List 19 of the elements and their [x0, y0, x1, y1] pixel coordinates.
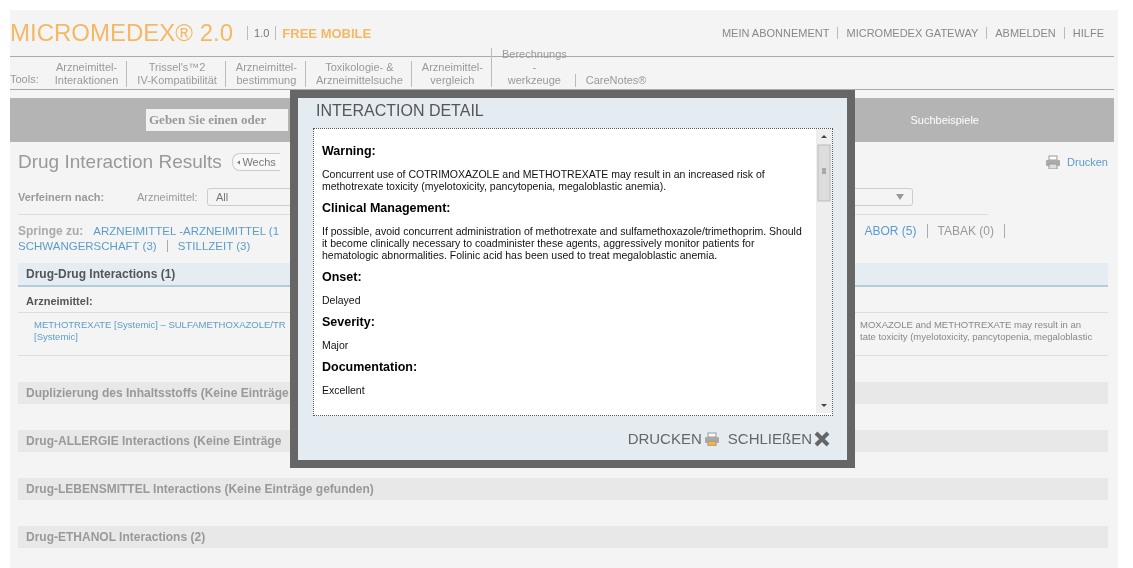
detail-heading: Onset:	[322, 270, 363, 284]
edition-label: FREE MOBILE	[282, 25, 372, 41]
refine-label: Verfeinern nach:	[18, 191, 106, 203]
dialog-title: INTERACTION DETAIL	[316, 102, 485, 120]
version-label: 1.0	[254, 27, 270, 39]
detail-text: Major	[322, 339, 350, 351]
detail-text: Excellent	[322, 384, 366, 396]
page-title: Drug Interaction Results	[18, 151, 222, 173]
detail-text: Delayed	[322, 294, 362, 306]
jump-label: Springe zu:	[18, 223, 84, 238]
detail-text: Concurrent use of COTRIMOXAZOLE and METHOTREXATE may result in an increased risk of methotrexate toxicity (myelotoxicity, pancytopenia, megaloblastic anemia).	[322, 168, 766, 192]
drug-filter-label: Arzneimittel:	[137, 191, 199, 203]
tools-label: Tools:	[10, 73, 39, 86]
detail-heading: Warning:	[322, 144, 377, 158]
interaction-summary: MOXAZOLE and METHOTREXATE may result in an tate toxicity (myelotoxicity, pancytopenia, megaloblastic	[860, 319, 1092, 343]
detail-heading: Severity:	[322, 315, 376, 329]
detail-text: If possible, avoid concurrent administration of methotrexate and sulfamethoxazole/trimethoprim. Should it become clinically necessary to coadminister these agents, aggressively monitor patients for hematologic abnormalities. Folinic acid has been used to treat megaloblastic anemia.	[322, 225, 803, 261]
detail-heading: Clinical Management:	[322, 201, 452, 215]
detail-heading: Documentation:	[322, 360, 419, 374]
